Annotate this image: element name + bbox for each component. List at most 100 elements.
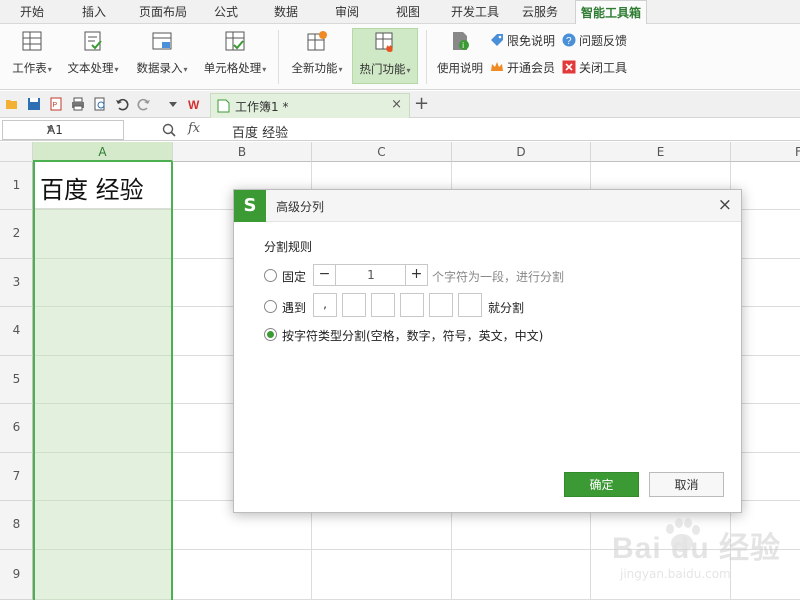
data-entry-button[interactable]: 数据录入▾ bbox=[130, 28, 194, 84]
zoom-search-icon[interactable] bbox=[162, 123, 176, 137]
dialog-titlebar[interactable]: S 高级分列 × bbox=[234, 190, 741, 222]
hot-functions-icon bbox=[375, 32, 393, 52]
crown-icon bbox=[491, 62, 503, 71]
delimiter-input[interactable] bbox=[371, 293, 395, 317]
row-header-9[interactable]: 9 bbox=[0, 550, 33, 600]
delimiter-input[interactable] bbox=[400, 293, 424, 317]
dialog-close-icon[interactable]: × bbox=[718, 195, 732, 215]
redo-icon[interactable] bbox=[137, 97, 151, 111]
tab-formula[interactable]: 公式 bbox=[204, 0, 248, 24]
save-icon[interactable] bbox=[27, 97, 41, 111]
tab-smart-toolbox[interactable]: 智能工具箱 bbox=[575, 0, 647, 24]
wps-spreadsheet-window: { "ribbon_tabs": ["开始", "插入", "页面布局", "公… bbox=[0, 0, 800, 600]
row-header-6[interactable]: 6 bbox=[0, 404, 33, 453]
delimiter-input[interactable] bbox=[458, 293, 482, 317]
radio-fixed-label: 固定 bbox=[282, 270, 307, 284]
more-commands-icon[interactable] bbox=[166, 97, 180, 111]
worksheet-button[interactable]: 工作表▾ bbox=[6, 28, 58, 84]
fixed-length-stepper: − 1 + bbox=[313, 264, 428, 286]
split-rule-heading: 分割规则 bbox=[264, 240, 313, 254]
radio-meet-char[interactable] bbox=[264, 300, 277, 313]
grid-cell[interactable] bbox=[312, 550, 452, 600]
select-all-corner[interactable] bbox=[0, 142, 33, 162]
usage-guide-label: 使用说明 bbox=[437, 61, 483, 75]
fx-button[interactable]: fx bbox=[188, 121, 200, 136]
close-tool-label: 关闭工具 bbox=[579, 61, 628, 75]
tab-page-layout[interactable]: 页面布局 bbox=[130, 0, 196, 24]
name-box[interactable]: A1 ▼ bbox=[2, 120, 124, 140]
row-header-2[interactable]: 2 bbox=[0, 210, 33, 259]
radio-fixed[interactable] bbox=[264, 269, 277, 282]
cell-a1-text: 百度 经验 bbox=[40, 176, 144, 204]
row-header-7[interactable]: 7 bbox=[0, 453, 33, 501]
cell-process-button[interactable]: 单元格处理▾ bbox=[198, 28, 272, 84]
document-icon bbox=[217, 99, 230, 113]
tab-review[interactable]: 审阅 bbox=[325, 0, 369, 24]
tab-view[interactable]: 视图 bbox=[386, 0, 430, 24]
delimiter-input[interactable] bbox=[429, 293, 453, 317]
cancel-button[interactable]: 取消 bbox=[649, 472, 724, 497]
column-header-c[interactable]: C bbox=[312, 142, 452, 162]
tab-insert[interactable]: 插入 bbox=[68, 0, 120, 24]
usage-guide-button[interactable]: i 使用说明 bbox=[432, 28, 488, 84]
document-close-icon[interactable]: × bbox=[391, 97, 402, 112]
cell-a1[interactable]: 百度 经验 bbox=[35, 162, 171, 209]
tab-data[interactable]: 数据 bbox=[264, 0, 308, 24]
data-entry-label: 数据录入 bbox=[136, 61, 183, 75]
hot-functions-label: 热门功能 bbox=[359, 62, 406, 76]
radio-by-char-type[interactable] bbox=[264, 328, 277, 341]
ribbon-divider bbox=[278, 30, 279, 84]
hot-functions-button[interactable]: 热门功能▾ bbox=[352, 28, 418, 84]
usage-guide-icon: i bbox=[453, 32, 469, 50]
question-icon: ? bbox=[562, 33, 576, 47]
document-tab[interactable]: 工作簿1 * × bbox=[210, 93, 410, 118]
new-tab-button[interactable]: + bbox=[414, 93, 429, 114]
disclaimer-label: 限免说明 bbox=[507, 34, 556, 48]
undo-icon[interactable] bbox=[115, 97, 129, 111]
grid-row-line bbox=[35, 403, 171, 404]
wps-logo-icon: W bbox=[188, 98, 200, 111]
formula-input[interactable]: 百度 经验 bbox=[224, 120, 800, 141]
text-process-button[interactable]: 文本处理▾ bbox=[62, 28, 124, 84]
delimiter-input[interactable]: , bbox=[313, 293, 337, 317]
grid-cell[interactable] bbox=[173, 550, 312, 600]
feedback-link[interactable]: ? 问题反馈 bbox=[562, 32, 627, 50]
fixed-length-input[interactable]: 1 bbox=[336, 268, 406, 282]
dialog-title: 高级分列 bbox=[276, 200, 325, 214]
print-icon[interactable] bbox=[71, 97, 85, 111]
chevron-down-icon[interactable]: ▼ bbox=[47, 124, 119, 133]
row-header-5[interactable]: 5 bbox=[0, 356, 33, 404]
radio-meet-char-label: 遇到 bbox=[282, 301, 307, 315]
row-header-4[interactable]: 4 bbox=[0, 307, 33, 356]
baidu-jingyan-watermark: Bai du 经验 jingyan.baidu.com bbox=[612, 515, 792, 595]
disclaimer-link[interactable]: 限免说明 bbox=[490, 32, 555, 50]
open-folder-icon[interactable] bbox=[5, 97, 19, 111]
column-header-a[interactable]: A bbox=[33, 142, 173, 162]
row-header-1[interactable]: 1 bbox=[0, 162, 33, 210]
ribbon-tab-bar: 开始 插入 页面布局 公式 数据 审阅 视图 开发工具 云服务 智能工具箱 bbox=[0, 0, 800, 24]
all-functions-button[interactable]: 全新功能▾ bbox=[286, 28, 348, 84]
column-header-f[interactable]: F bbox=[731, 142, 800, 162]
column-header-b[interactable]: B bbox=[173, 142, 312, 162]
tab-cloud[interactable]: 云服务 bbox=[514, 0, 566, 24]
grid-row-line bbox=[35, 500, 171, 501]
row-header-8[interactable]: 8 bbox=[0, 501, 33, 550]
open-member-link[interactable]: 开通会员 bbox=[490, 59, 555, 77]
decrement-button[interactable]: − bbox=[314, 265, 336, 285]
grid-cell[interactable] bbox=[452, 550, 591, 600]
print-preview-icon[interactable] bbox=[93, 97, 107, 111]
column-header-e[interactable]: E bbox=[591, 142, 731, 162]
meet-char-suffix: 就分割 bbox=[488, 301, 525, 315]
svg-text:W: W bbox=[188, 98, 200, 111]
column-header-d[interactable]: D bbox=[452, 142, 591, 162]
row-header-3[interactable]: 3 bbox=[0, 259, 33, 307]
increment-button[interactable]: + bbox=[405, 265, 427, 285]
tab-developer[interactable]: 开发工具 bbox=[444, 0, 506, 24]
column-a-selection[interactable] bbox=[33, 162, 173, 600]
ok-button[interactable]: 确定 bbox=[564, 472, 639, 497]
worksheet-icon bbox=[22, 31, 42, 51]
export-pdf-icon[interactable]: P bbox=[49, 97, 63, 111]
tab-start[interactable]: 开始 bbox=[8, 0, 56, 24]
close-tool-link[interactable]: 关闭工具 bbox=[562, 59, 627, 77]
delimiter-input[interactable] bbox=[342, 293, 366, 317]
